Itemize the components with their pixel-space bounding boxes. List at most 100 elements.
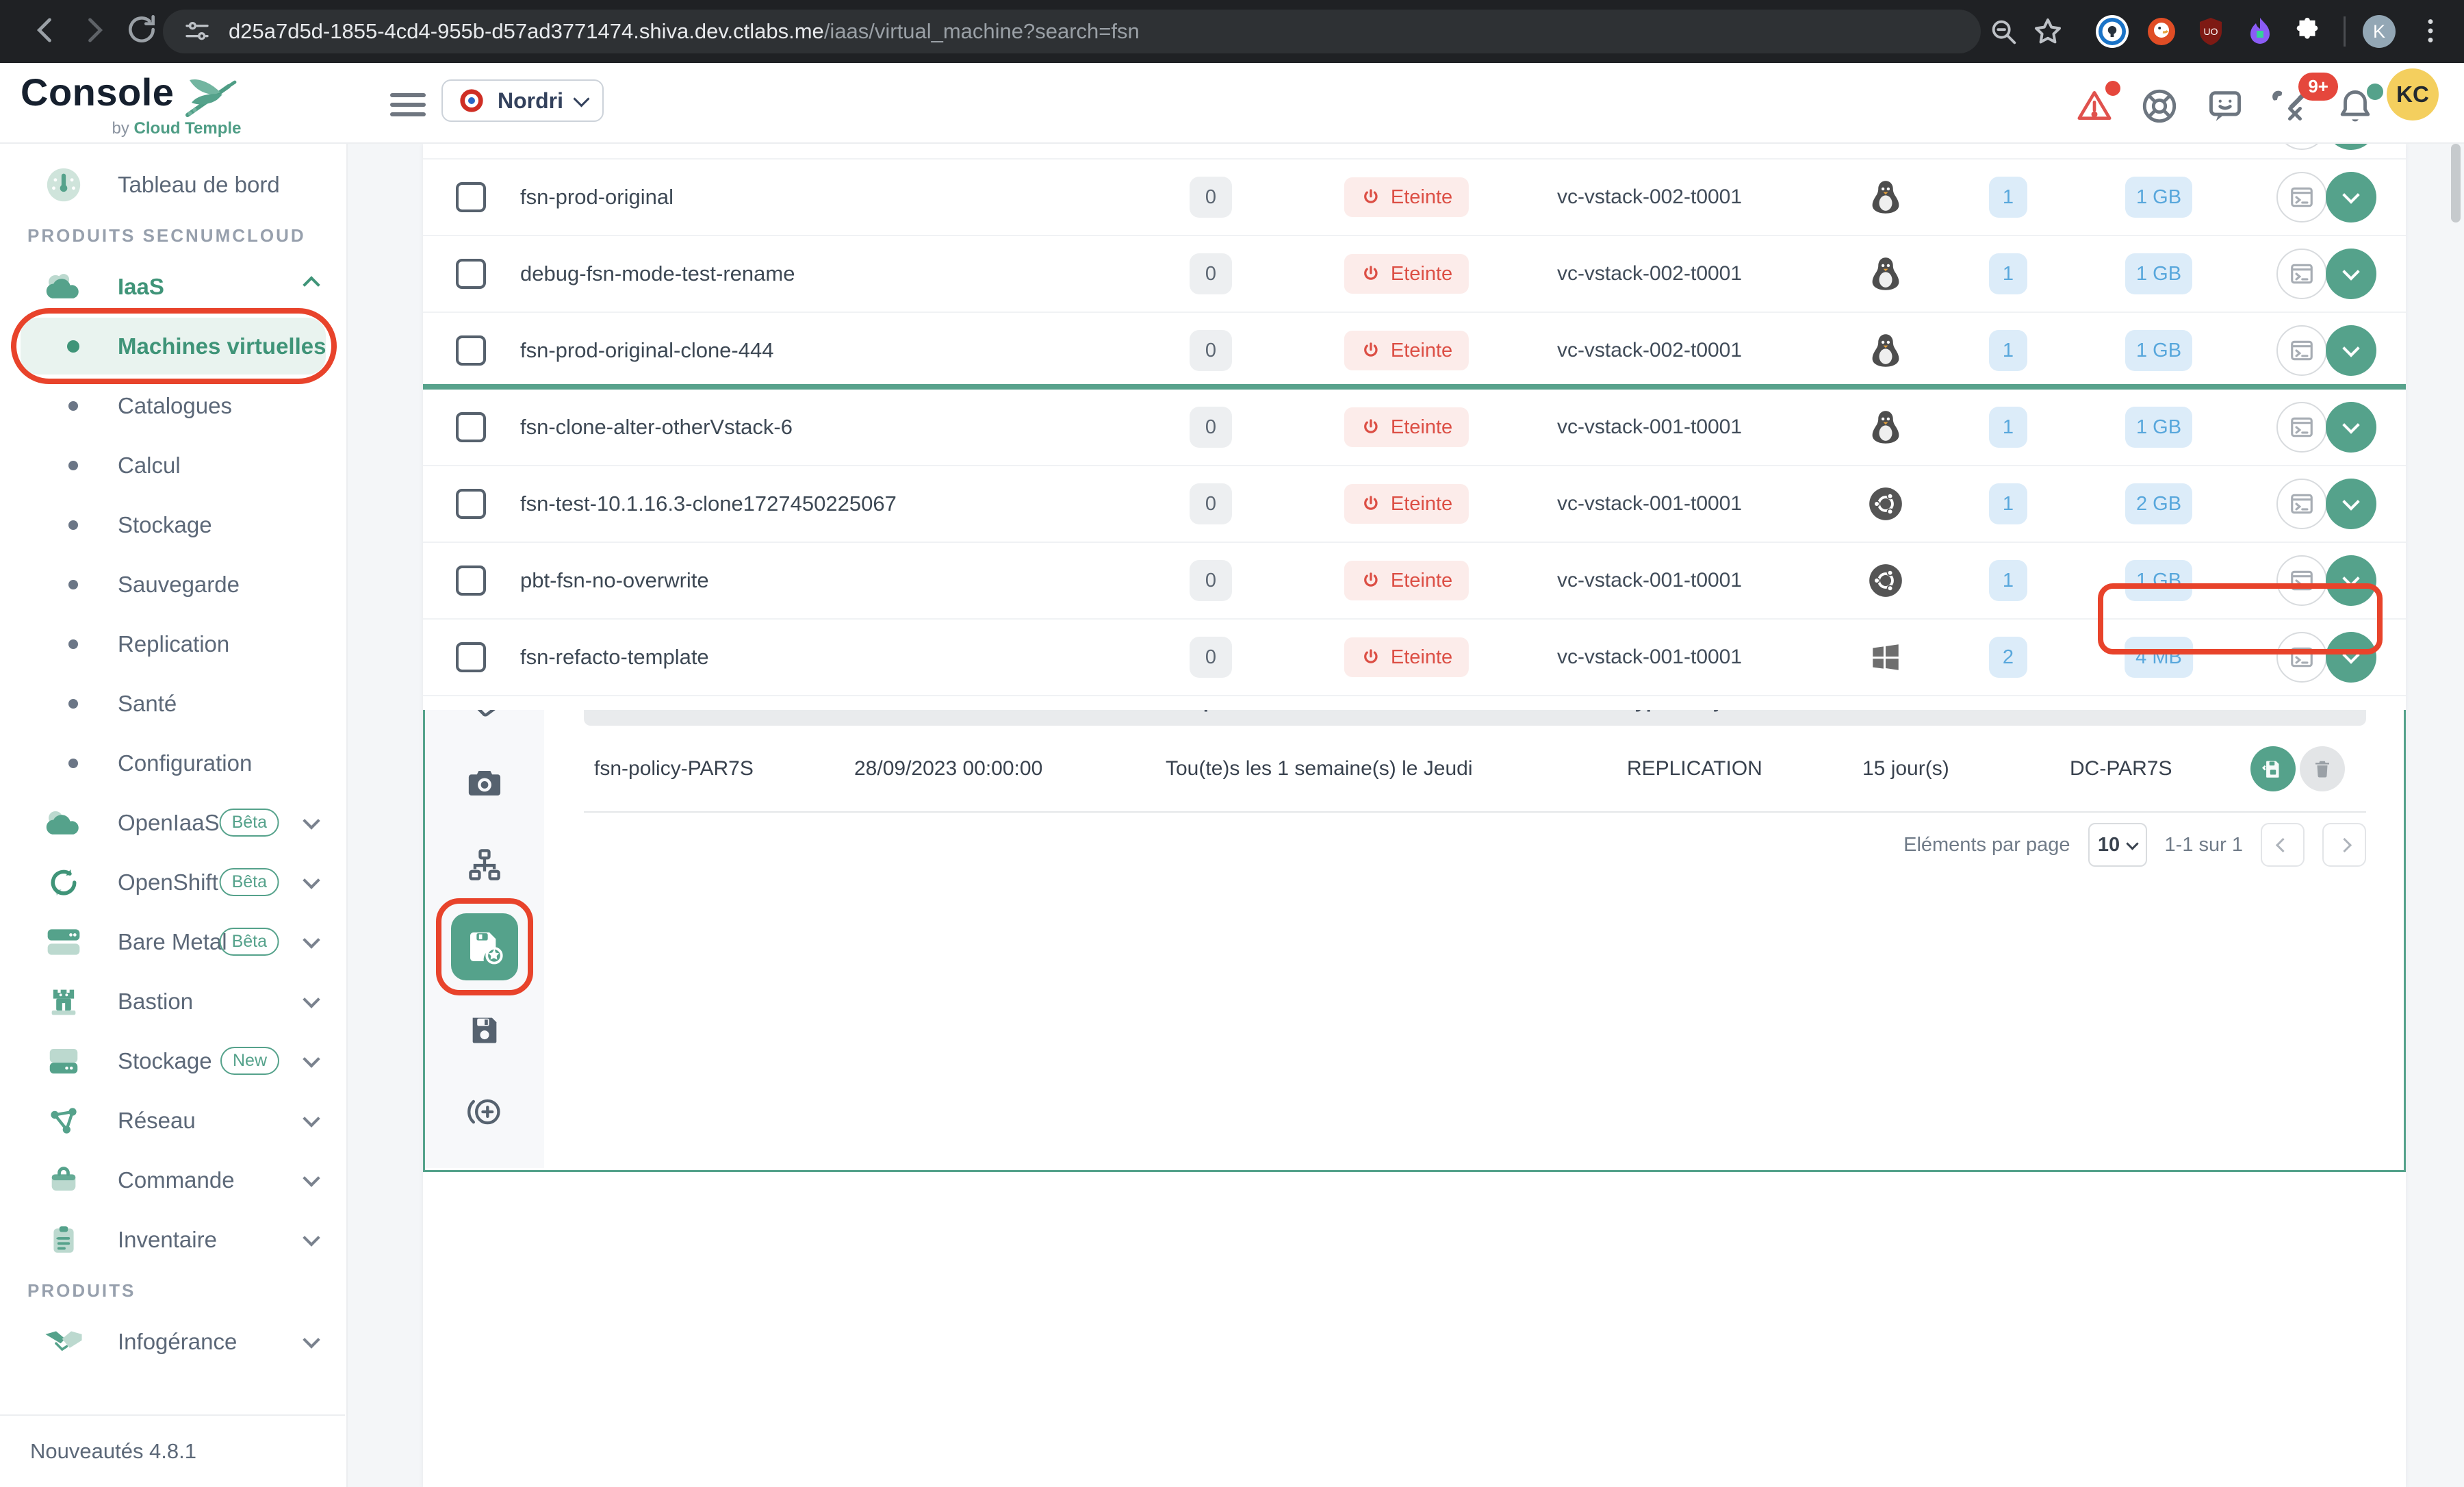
support-lifebuoy-icon[interactable] [2140, 86, 2179, 126]
expand-row-button[interactable] [2326, 172, 2376, 223]
tab-add-snapshot-icon[interactable] [465, 1094, 504, 1130]
sidebar-item-stockage[interactable]: Stockage [0, 495, 346, 555]
sidebar-item-replication[interactable]: Replication [0, 614, 346, 674]
bookmark-star-icon[interactable] [2031, 15, 2064, 48]
policy-row[interactable]: fsn-policy-PAR7S 28/09/2023 00:00:00 Tou… [584, 726, 2366, 811]
vm-name: fsn-test-10.1.16.3-clone1727450225067 [520, 492, 897, 516]
page-range: 1-1 sur 1 [2165, 834, 2243, 856]
flame-extension-icon[interactable] [2244, 15, 2276, 48]
expand-row-button[interactable] [2326, 632, 2376, 683]
site-settings-icon[interactable] [183, 18, 211, 45]
new-badge: New [220, 1047, 279, 1075]
sidebar-item-baremetal[interactable]: Bare Metal Bêta [0, 912, 346, 971]
zoom-out-icon[interactable] [1988, 16, 2020, 48]
app-header: Console by Cloud Temple Nordri 9+ [0, 63, 2464, 144]
console-button[interactable] [2276, 555, 2327, 606]
tenant-selector[interactable]: Nordri [441, 79, 604, 122]
sidebar-item-catalogues[interactable]: Catalogues [0, 376, 346, 435]
sidebar-item-openshift[interactable]: OpenShift Bêta [0, 852, 346, 912]
table-row[interactable]: fsn-prod-original-clone-444 0 Eteinte vc… [423, 313, 2406, 390]
table-row[interactable]: pbt-fsn-no-overwrite 0 Eteinte vc-vstack… [423, 543, 2406, 620]
feedback-chat-icon[interactable] [2205, 86, 2245, 126]
storage-drive-icon [42, 1045, 85, 1078]
user-avatar[interactable]: KC [2387, 68, 2439, 120]
expand-row-button[interactable] [2326, 249, 2376, 299]
sidebar-item-sante[interactable]: Santé [0, 674, 346, 733]
notifications-bell-icon[interactable] [2335, 86, 2375, 126]
policy-delete-button[interactable] [2300, 746, 2345, 791]
console-button[interactable] [2276, 325, 2327, 376]
row-checkbox[interactable] [456, 565, 486, 596]
extensions-puzzle-icon[interactable] [2292, 16, 2323, 48]
sidebar-item-dashboard[interactable]: Tableau de bord [0, 155, 346, 214]
sidebar-item-inventaire[interactable]: Inventaire [0, 1210, 346, 1269]
table-row[interactable]: fsn-prod-original 0 Eteinte vc-vstack-00… [423, 160, 2406, 236]
tab-network-sitemap-icon[interactable] [467, 847, 502, 882]
browser-forward-icon[interactable] [77, 12, 112, 48]
sidebar-item-calcul[interactable]: Calcul [0, 435, 346, 495]
row-checkbox[interactable] [456, 412, 486, 442]
row-checkbox[interactable] [456, 259, 486, 289]
tab-save-icon[interactable] [467, 1012, 502, 1047]
duckduckgo-extension-icon[interactable] [2145, 15, 2178, 48]
row-checkbox[interactable] [456, 489, 486, 519]
sidebar-item-machines-virtuelles[interactable]: Machines virtuelles [0, 316, 346, 376]
network-icon [42, 1103, 85, 1139]
policy-run-button[interactable] [2250, 746, 2296, 791]
status-badge: Eteinte [1344, 331, 1469, 370]
console-button[interactable] [2276, 479, 2327, 529]
console-button[interactable] [2276, 172, 2327, 223]
next-page-button[interactable] [2322, 823, 2366, 867]
status-badge: Eteinte [1344, 637, 1469, 677]
pagination: Eléments par page 10 1-1 sur 1 [1903, 823, 2366, 867]
status-badge: Eteinte [1344, 177, 1469, 217]
browser-reload-icon[interactable] [125, 12, 159, 47]
page-scrollbar-thumb[interactable] [2451, 144, 2461, 223]
console-button[interactable] [2276, 402, 2327, 453]
row-checkbox[interactable] [456, 642, 486, 672]
url-bar[interactable]: d25a7d5d-1855-4cd4-955b-d57ad3771474.shi… [163, 10, 1981, 53]
ram-badge: 2 GB [2125, 483, 2192, 524]
sidebar-item-openiaas[interactable]: OpenIaaS Bêta [0, 793, 346, 852]
sidebar-item-configuration[interactable]: Configuration [0, 733, 346, 793]
vm-name: debug-fsn-mode-test-rename [520, 262, 795, 286]
ublock-extension-icon[interactable]: UO [2194, 15, 2227, 48]
row-checkbox[interactable] [456, 335, 486, 366]
sidebar-item-reseau[interactable]: Réseau [0, 1091, 346, 1150]
expand-row-button[interactable] [2326, 402, 2376, 453]
expand-row-button[interactable] [2326, 555, 2376, 606]
prev-page-button[interactable] [2261, 823, 2305, 867]
tab-snapshot-camera-icon[interactable] [466, 765, 503, 800]
tools-icon[interactable]: 9+ [2267, 86, 2309, 127]
password-manager-extension-icon[interactable] [2096, 15, 2129, 48]
expand-row-button[interactable] [2326, 479, 2376, 529]
sidebar-item-iaas[interactable]: IaaS [0, 257, 346, 316]
url-host: d25a7d5d-1855-4cd4-955b-d57ad3771474.shi… [229, 19, 824, 43]
snapshot-count-badge: 0 [1190, 330, 1232, 371]
expand-row-button[interactable] [2326, 325, 2376, 376]
page-size-select[interactable]: 10 [2088, 823, 2147, 867]
row-checkbox[interactable] [456, 182, 486, 212]
sidebar-item-commande[interactable]: Commande [0, 1150, 346, 1210]
table-row[interactable]: fsn-clone-alter-otherVstack-6 0 Eteinte … [423, 390, 2406, 466]
chrome-menu-icon[interactable] [2415, 15, 2446, 47]
console-button[interactable] [2276, 632, 2327, 683]
menu-hamburger-icon[interactable] [390, 88, 426, 122]
browser-profile-avatar[interactable]: K [2363, 15, 2396, 48]
table-row[interactable]: fsn-refacto-template 0 Eteinte vc-vstack… [423, 620, 2406, 696]
sidebar-item-bastion[interactable]: Bastion [0, 971, 346, 1031]
sidebar-item-stockage-produit[interactable]: Stockage New [0, 1031, 346, 1091]
policy-frequency: Tou(te)s les 1 semaine(s) le Jeudi [1166, 757, 1473, 780]
alerts-warning-icon[interactable] [2074, 86, 2115, 125]
console-button[interactable] [2276, 249, 2327, 299]
sidebar-item-infogerance[interactable]: Infogérance [0, 1312, 346, 1371]
sidebar-item-sauvegarde[interactable]: Sauvegarde [0, 555, 346, 614]
sidebar-footer-version[interactable]: Nouveautés 4.8.1 [0, 1414, 345, 1487]
svg-text:UO: UO [2204, 26, 2218, 37]
table-row[interactable]: debug-fsn-mode-test-rename 0 Eteinte vc-… [423, 236, 2406, 313]
beta-badge: Bêta [220, 868, 279, 896]
vm-name: fsn-prod-original-clone-444 [520, 338, 773, 363]
table-row[interactable]: fsn-test-10.1.16.3-clone1727450225067 0 … [423, 466, 2406, 543]
tab-backup-policies-active[interactable] [451, 913, 518, 980]
browser-back-icon[interactable] [27, 12, 63, 48]
